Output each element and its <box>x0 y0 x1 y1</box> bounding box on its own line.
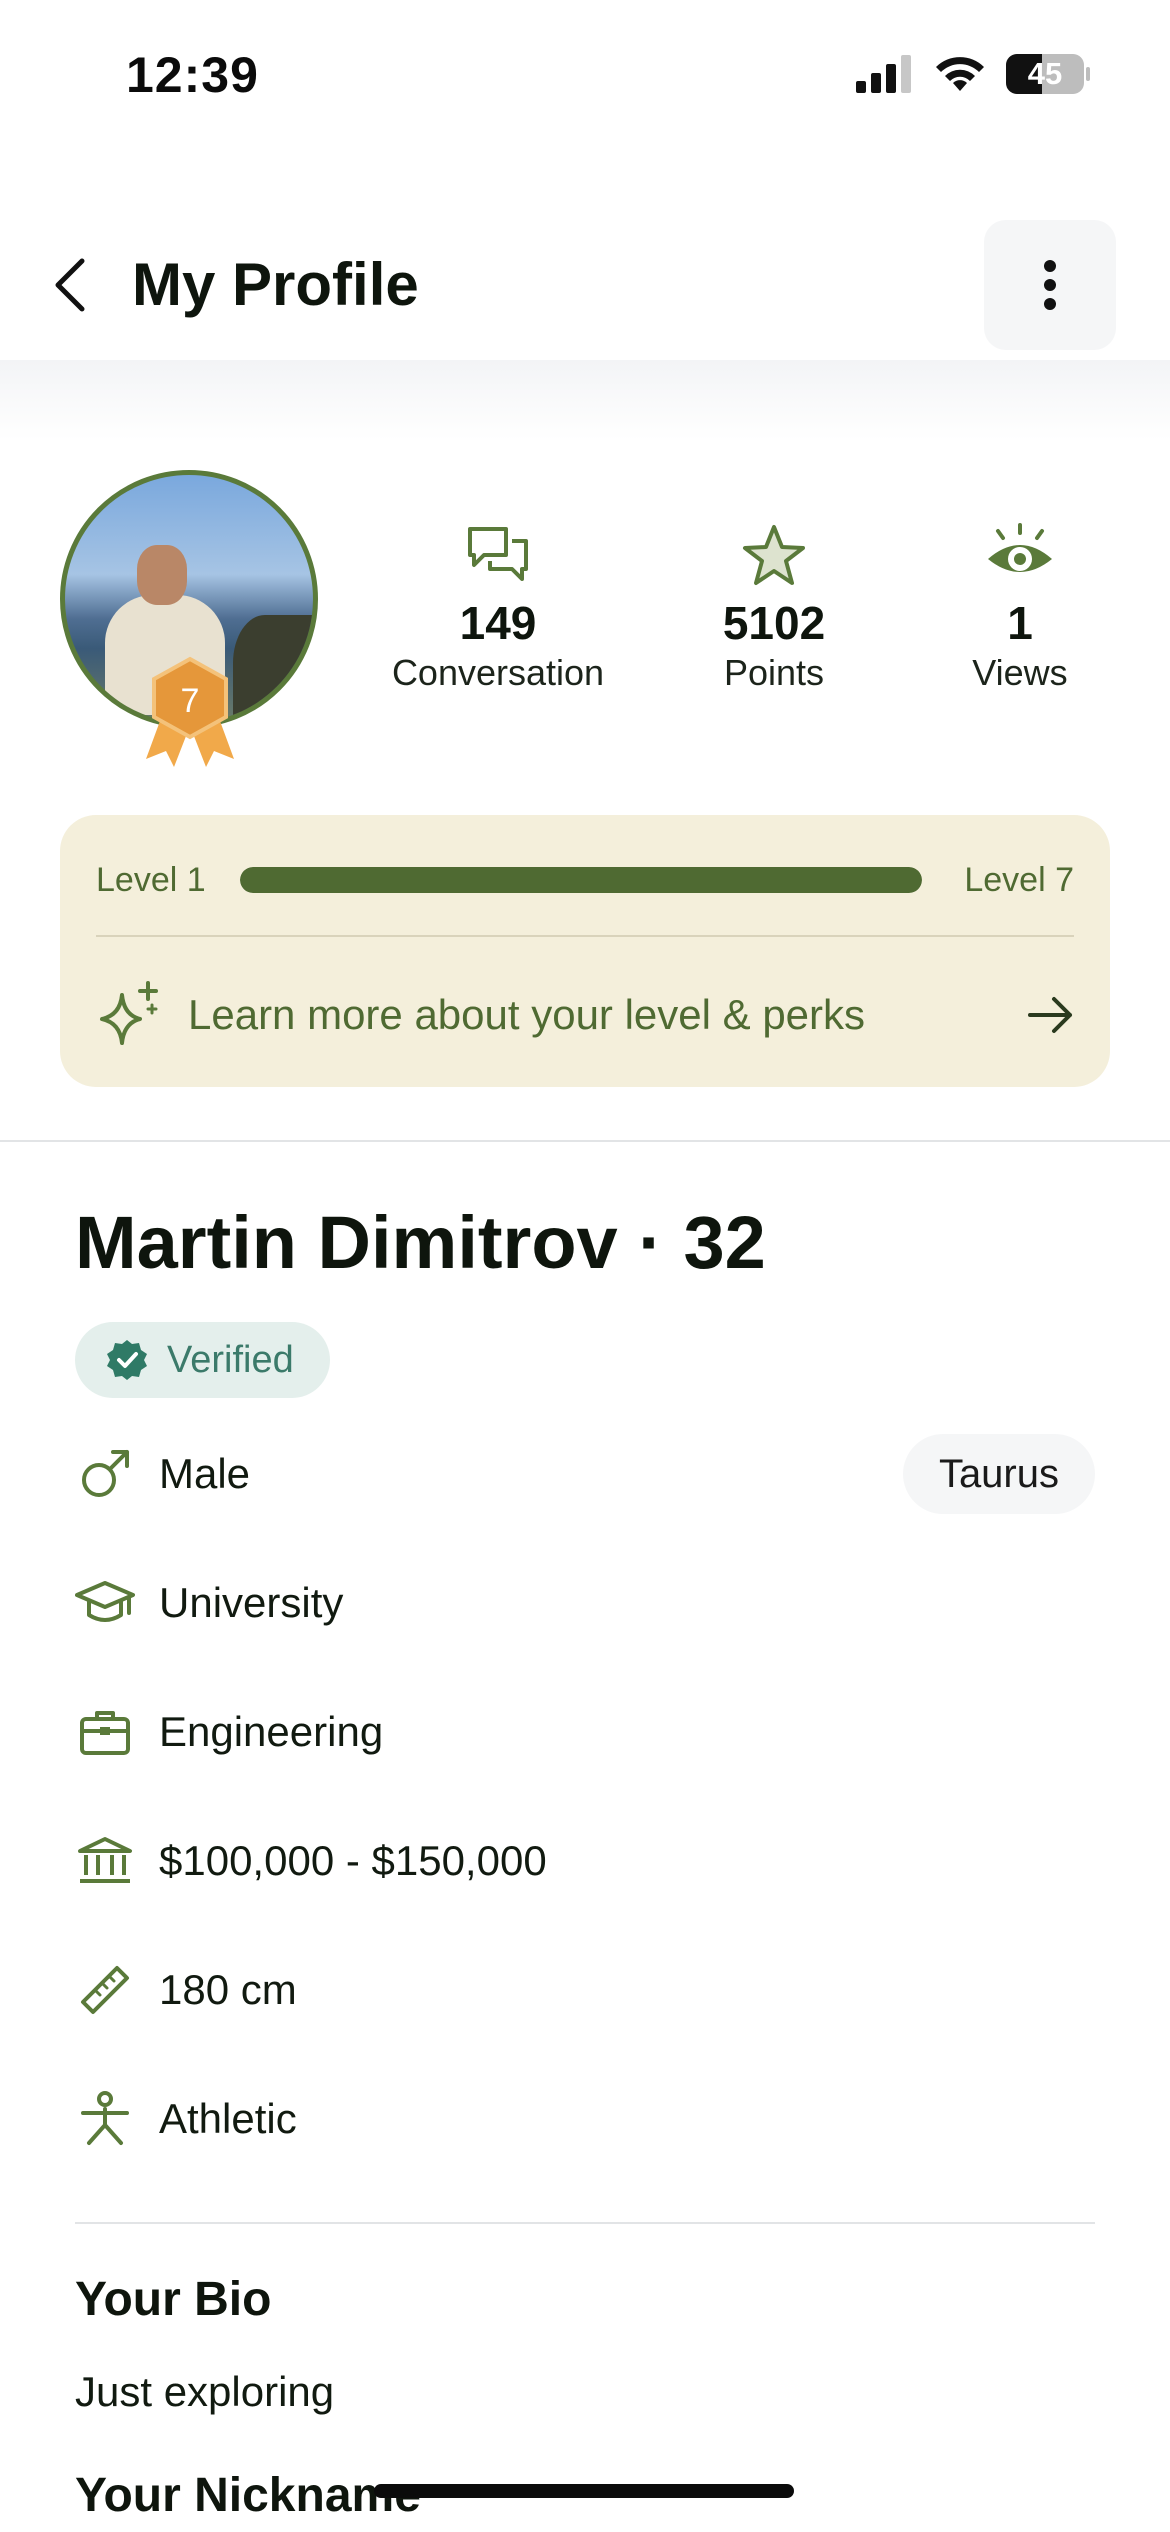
sparkles-icon <box>100 981 158 1045</box>
stat-views[interactable]: 1 Views <box>890 520 1150 694</box>
detail-gender: Male Taurus <box>75 1434 1095 1514</box>
status-time: 12:39 <box>126 47 259 103</box>
battery-icon: 45 <box>1006 54 1090 94</box>
detail-text: Engineering <box>159 1708 384 1755</box>
detail-text: Male <box>159 1450 251 1497</box>
ruler-icon <box>81 1966 129 2014</box>
details-divider <box>75 2222 1095 2224</box>
stat-points[interactable]: 5102 Points <box>644 520 904 694</box>
detail-education: University <box>75 1563 1095 1643</box>
detail-text: $100,000 - $150,000 <box>159 1837 547 1884</box>
detail-text: Athletic <box>159 2095 297 2142</box>
arrow-right-icon <box>1028 997 1072 1033</box>
graduation-cap-icon <box>75 1581 135 1622</box>
level-card: Level 1 Level 7 Learn more about your le… <box>60 815 1110 1087</box>
level-progress-bar <box>240 867 922 893</box>
stat-value: 5102 <box>722 597 826 649</box>
eye-icon <box>988 523 1052 572</box>
profile-name-age: Martin Dimitrov · 32 <box>75 1201 766 1284</box>
header: My Profile <box>0 210 1170 360</box>
stat-label: Points <box>723 652 825 693</box>
level-progress-fill <box>240 867 922 893</box>
home-indicator <box>374 2484 794 2498</box>
level-start-label: Level 1 <box>96 861 206 899</box>
stat-conversations[interactable]: 149 Conversation <box>368 520 628 694</box>
level-perks-link[interactable]: Learn more about your level & perks <box>96 975 1074 1055</box>
more-options-button[interactable] <box>984 220 1116 350</box>
stat-label: Views <box>972 652 1068 693</box>
header-shadow <box>0 360 1170 440</box>
detail-income: $100,000 - $150,000 <box>75 1821 1095 1901</box>
wifi-icon <box>936 57 984 91</box>
signal-icon <box>856 55 911 93</box>
detail-body-type: Athletic <box>75 2079 1095 2159</box>
bio-title: Your Bio <box>75 2273 272 2326</box>
verified-badge: Verified <box>75 1322 330 1398</box>
detail-profession: Engineering <box>75 1692 1095 1772</box>
page-title: My Profile <box>132 251 419 318</box>
star-icon <box>743 525 805 585</box>
detail-height: 180 cm <box>75 1950 1095 2030</box>
more-vertical-icon <box>1044 260 1056 310</box>
verified-label: Verified <box>167 1338 294 1381</box>
status-bar: 12:39 45 <box>0 0 1170 150</box>
level-end-label: Level 7 <box>964 861 1074 899</box>
stat-value: 1 <box>1007 597 1033 649</box>
nickname-title: Your Nickname <box>75 2469 421 2522</box>
verified-check-icon <box>107 1340 147 1380</box>
level-card-divider <box>96 935 1074 937</box>
bio-text[interactable]: Just exploring <box>75 2368 334 2416</box>
detail-text: University <box>159 1579 344 1626</box>
profile-avatar[interactable]: 7 <box>60 470 318 767</box>
male-gender-icon <box>82 1450 129 1497</box>
status-icons: 45 <box>856 54 1090 94</box>
level-badge-number: 7 <box>180 682 200 720</box>
stat-value: 149 <box>459 597 537 649</box>
body-figure-icon <box>81 2091 129 2145</box>
detail-text: 180 cm <box>159 1966 297 2013</box>
bank-icon <box>78 1837 132 1883</box>
stat-label: Conversation <box>391 652 605 693</box>
chat-bubbles-icon <box>468 527 528 581</box>
zodiac-chip: Taurus <box>902 1434 1095 1514</box>
section-divider <box>0 1140 1170 1142</box>
back-button[interactable] <box>40 250 100 320</box>
battery-level: 45 <box>1027 56 1063 91</box>
level-perks-text: Learn more about your level & perks <box>188 991 866 1038</box>
briefcase-icon <box>80 1711 130 1755</box>
chevron-left-icon <box>55 258 85 312</box>
